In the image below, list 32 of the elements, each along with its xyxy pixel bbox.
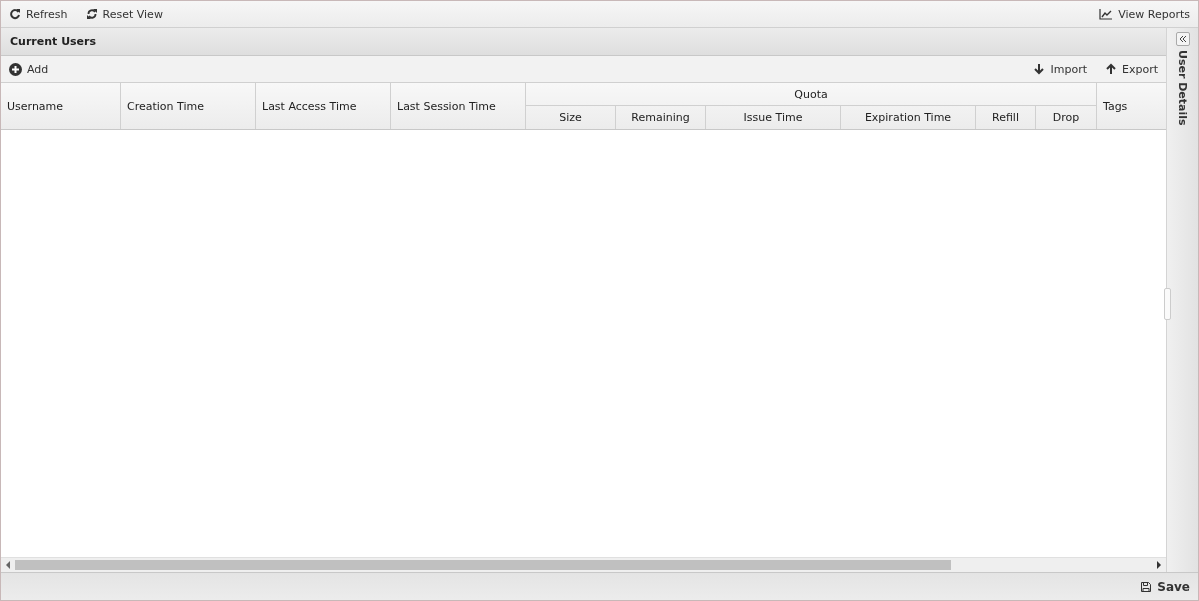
- column-header[interactable]: Username: [1, 83, 121, 129]
- column-header[interactable]: Quota: [526, 83, 1096, 106]
- column-header[interactable]: Remaining: [616, 106, 706, 129]
- line-chart-icon: [1099, 8, 1114, 20]
- column-header[interactable]: Drop: [1036, 106, 1096, 129]
- refresh-button[interactable]: Refresh: [7, 5, 70, 23]
- refresh-icon: [9, 8, 21, 20]
- down-button[interactable]: Import: [1031, 60, 1089, 78]
- chart-button[interactable]: View Reports: [1097, 5, 1192, 23]
- horizontal-scrollbar[interactable]: [1, 557, 1166, 572]
- panel-title: Current Users: [1, 28, 1166, 56]
- expand-button[interactable]: [1175, 32, 1190, 46]
- up-button[interactable]: Export: [1103, 60, 1160, 78]
- column-header[interactable]: Expiration Time: [841, 106, 976, 129]
- double-chevron-icon: [1178, 35, 1187, 43]
- scrollbar-thumb[interactable]: [15, 560, 951, 570]
- column-header[interactable]: Refill: [976, 106, 1036, 129]
- save-icon: [1140, 580, 1153, 593]
- arrow-down-icon: [1033, 63, 1046, 75]
- splitter-handle[interactable]: [1164, 288, 1171, 320]
- save-button[interactable]: Save: [1138, 577, 1192, 596]
- sidebar-title[interactable]: User Details: [1176, 50, 1189, 126]
- arrow-up-icon: [1105, 63, 1117, 75]
- add-icon: [9, 62, 22, 76]
- add-button[interactable]: Add: [7, 60, 51, 78]
- column-header[interactable]: Issue Time: [706, 106, 841, 129]
- column-header[interactable]: Last Access Time: [256, 83, 391, 129]
- reset-button[interactable]: Reset View: [83, 5, 165, 23]
- column-header[interactable]: Last Session Time: [391, 83, 526, 129]
- refresh-icon: [85, 8, 98, 20]
- column-header[interactable]: Creation Time: [121, 83, 256, 129]
- column-header[interactable]: Size: [526, 106, 616, 129]
